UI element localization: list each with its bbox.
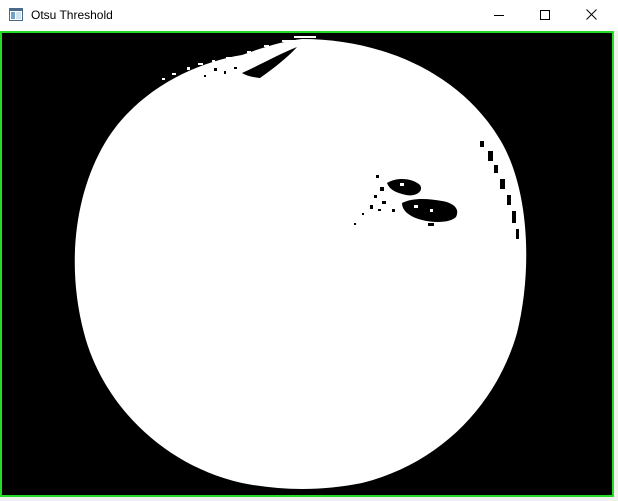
image-canvas: [0, 31, 614, 497]
window-bottom-edge: [0, 497, 618, 501]
maximize-icon: [540, 7, 550, 25]
app-window-icon: [9, 8, 23, 21]
close-icon: [585, 7, 597, 25]
minimize-button[interactable]: [476, 0, 522, 31]
maximize-button[interactable]: [522, 0, 568, 31]
title-bar[interactable]: Otsu Threshold: [0, 0, 618, 31]
minimize-icon: [494, 7, 504, 25]
window-right-edge: [614, 31, 618, 501]
binary-threshold-image: [2, 33, 612, 495]
window-title: Otsu Threshold: [31, 8, 113, 22]
otsu-threshold-window: Otsu Threshold: [0, 0, 618, 501]
close-button[interactable]: [568, 0, 614, 31]
